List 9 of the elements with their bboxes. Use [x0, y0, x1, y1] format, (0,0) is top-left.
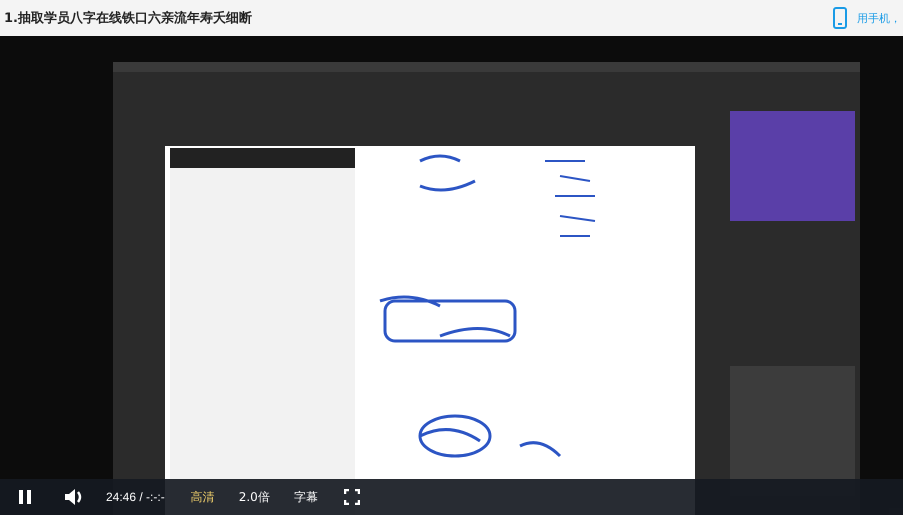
phone-icon[interactable]: [833, 7, 847, 29]
volume-icon[interactable]: [64, 488, 84, 506]
fullscreen-icon[interactable]: [344, 489, 360, 505]
quality-button[interactable]: 高清: [186, 488, 219, 506]
speed-button[interactable]: 2.0倍: [234, 488, 274, 506]
subtitle-button[interactable]: 字幕: [290, 488, 322, 506]
pause-button[interactable]: [18, 489, 32, 505]
time-display: 24:46 / -:-:-: [106, 490, 165, 504]
video-title: 1.抽取学员八字在线铁口六亲流年寿夭细断: [4, 10, 252, 27]
